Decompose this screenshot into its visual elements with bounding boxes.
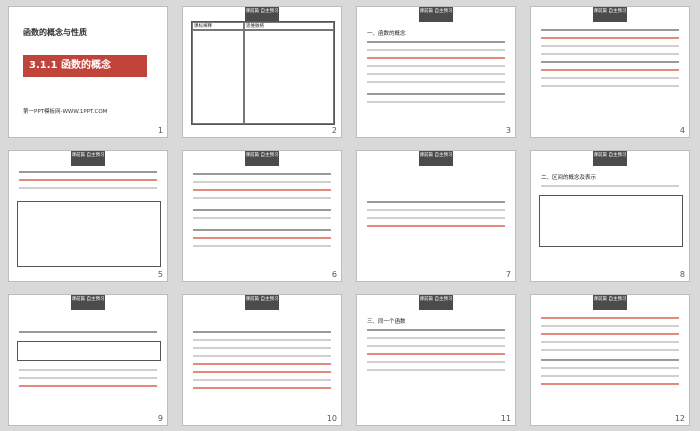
section-tag: 课前篇 自主预习	[71, 151, 105, 166]
slide-number: 10	[326, 414, 337, 423]
slide-thumbnail[interactable]: 课前篇 自主预习 二、区间的概念及表示 8	[530, 150, 690, 282]
slide-thumbnail[interactable]: 课前篇 自主预习 三、同一个函数 11	[356, 294, 516, 426]
slide-thumbnail[interactable]: 课前篇 自主预习 5	[8, 150, 168, 282]
section-tag: 课前篇 自主预习	[419, 295, 453, 310]
slide-thumbnail[interactable]: 课前篇 自主预习 一、函数的概念 3	[356, 6, 516, 138]
slide-number: 8	[679, 270, 685, 279]
slide-number: 3	[505, 126, 511, 135]
slide-number: 5	[157, 270, 163, 279]
content-cell	[244, 30, 334, 124]
slide-thumbnail[interactable]: 课前篇 自主预习 6	[182, 150, 342, 282]
interval-table	[17, 341, 161, 361]
slide-grid: 函数的概念与性质 3.1.1 函数的概念 第一PPT模板网-WWW.1PPT.C…	[8, 6, 692, 426]
slide-number: 7	[505, 270, 511, 279]
section-tag: 课前篇 自主预习	[593, 7, 627, 22]
section-tag: 课前篇 自主预习	[593, 295, 627, 310]
slide-number: 4	[679, 126, 685, 135]
section-tag: 课前篇 自主预习	[245, 151, 279, 166]
content-cell	[192, 30, 244, 124]
slide-footer: 第一PPT模板网-WWW.1PPT.COM	[23, 109, 108, 115]
definition-table	[17, 201, 161, 267]
slide-thumbnail[interactable]: 课前篇 自主预习 7	[356, 150, 516, 282]
slide-thumbnail[interactable]: 课前篇 自主预习 12	[530, 294, 690, 426]
slide-thumbnail[interactable]: 课前篇 自主预习 9	[8, 294, 168, 426]
section-banner: 3.1.1 函数的概念	[23, 55, 147, 77]
section-tag: 课前篇 自主预习	[245, 295, 279, 310]
outline-table: 课标阐释 思维脉络	[191, 21, 335, 125]
slide-thumbnail[interactable]: 函数的概念与性质 3.1.1 函数的概念 第一PPT模板网-WWW.1PPT.C…	[8, 6, 168, 138]
header-cell: 思维脉络	[244, 22, 334, 30]
interval-table	[539, 195, 683, 247]
slide-heading: 三、同一个函数	[367, 319, 406, 325]
slide-number: 11	[500, 414, 511, 423]
section-tag: 课前篇 自主预习	[593, 151, 627, 166]
slide-thumbnail[interactable]: 课前篇 自主预习 课标阐释 思维脉络 2	[182, 6, 342, 138]
slide-number: 12	[674, 414, 685, 423]
slide-thumbnail[interactable]: 课前篇 自主预习 4	[530, 6, 690, 138]
slide-heading: 一、函数的概念	[367, 31, 406, 37]
slide-number: 6	[331, 270, 337, 279]
slide-heading: 二、区间的概念及表示	[541, 175, 597, 181]
section-tag: 课前篇 自主预习	[245, 7, 279, 22]
slide-title: 函数的概念与性质	[23, 28, 87, 37]
slide-number: 1	[157, 126, 163, 135]
section-tag: 课前篇 自主预习	[419, 7, 453, 22]
header-cell: 课标阐释	[192, 22, 244, 30]
section-tag: 课前篇 自主预习	[71, 295, 105, 310]
slide-number: 9	[157, 414, 163, 423]
slide-thumbnail[interactable]: 课前篇 自主预习 10	[182, 294, 342, 426]
section-tag: 课前篇 自主预习	[419, 151, 453, 166]
slide-number: 2	[331, 126, 337, 135]
